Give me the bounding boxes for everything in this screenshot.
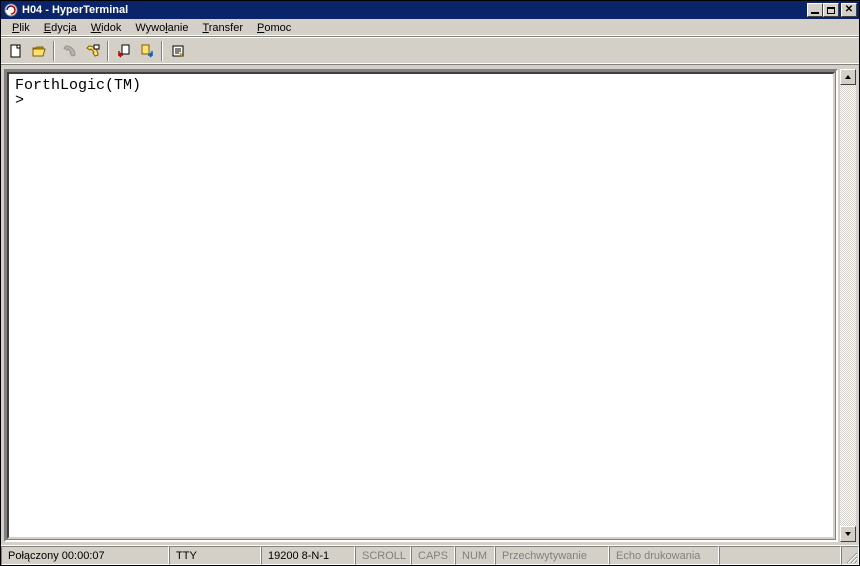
menu-file[interactable]: Plik (5, 20, 37, 36)
close-button[interactable]: ✕ (841, 3, 857, 17)
toolbar-separator (161, 41, 163, 61)
status-caps: CAPS (411, 546, 455, 565)
scroll-up-button[interactable] (840, 69, 856, 85)
status-emulation: TTY (169, 546, 261, 565)
new-button[interactable] (4, 40, 27, 62)
menu-transfer[interactable]: Transfer (195, 20, 250, 36)
menu-edit-label: Edycja (44, 22, 77, 34)
menu-call[interactable]: Wywołanie (128, 20, 195, 36)
window-controls: ✕ (807, 3, 857, 17)
open-button[interactable] (27, 40, 50, 62)
menu-view-label: Widok (91, 22, 122, 34)
send-button[interactable] (112, 40, 135, 62)
toolbar-separator (53, 41, 55, 61)
app-window: H04 - HyperTerminal ✕ Plik Edycja Widok … (0, 0, 860, 566)
maximize-button[interactable] (823, 3, 839, 17)
app-icon (3, 2, 19, 18)
toolbar-separator (107, 41, 109, 61)
terminal[interactable]: ForthLogic(TM) > (11, 76, 831, 535)
phone-hangup-icon (85, 43, 101, 59)
status-echo: Echo drukowania (609, 546, 719, 565)
properties-button[interactable] (166, 40, 189, 62)
statusbar: Połączony 00:00:07 TTY 19200 8-N-1 SCROL… (1, 545, 859, 565)
open-folder-icon (31, 43, 47, 59)
menu-file-label: Plik (12, 22, 30, 34)
menu-help-label: Pomoc (257, 22, 291, 34)
terminal-prompt: > (15, 92, 24, 109)
call-button[interactable] (58, 40, 81, 62)
terminal-frame: ForthLogic(TM) > (4, 69, 838, 542)
chevron-down-icon (844, 530, 852, 538)
chevron-up-icon (844, 73, 852, 81)
menu-transfer-label: Transfer (202, 22, 243, 34)
receive-button[interactable] (135, 40, 158, 62)
menubar: Plik Edycja Widok Wywołanie Transfer Pom… (1, 19, 859, 37)
menu-view[interactable]: Widok (84, 20, 129, 36)
toolbar (1, 37, 859, 65)
minimize-button[interactable] (807, 3, 823, 17)
terminal-line: ForthLogic(TM) (15, 77, 141, 94)
send-file-icon (116, 43, 132, 59)
scroll-down-button[interactable] (840, 526, 856, 542)
status-connection: Połączony 00:00:07 (1, 546, 169, 565)
properties-icon (170, 43, 186, 59)
grip-icon (845, 551, 857, 563)
menu-help[interactable]: Pomoc (250, 20, 298, 36)
titlebar[interactable]: H04 - HyperTerminal ✕ (1, 1, 859, 19)
disconnect-button[interactable] (81, 40, 104, 62)
menu-call-label: Wywołanie (135, 22, 188, 34)
phone-icon (62, 43, 78, 59)
status-scroll: SCROLL (355, 546, 411, 565)
status-capture: Przechwytywanie (495, 546, 609, 565)
status-num: NUM (455, 546, 495, 565)
menu-edit[interactable]: Edycja (37, 20, 84, 36)
receive-file-icon (139, 43, 155, 59)
status-spacer (719, 546, 841, 565)
status-port: 19200 8-N-1 (261, 546, 355, 565)
new-file-icon (8, 43, 24, 59)
scroll-track[interactable] (840, 85, 856, 526)
window-title: H04 - HyperTerminal (22, 4, 807, 16)
resize-grip[interactable] (841, 546, 859, 565)
terminal-inner: ForthLogic(TM) > (7, 72, 835, 539)
client-area: ForthLogic(TM) > (1, 65, 859, 545)
vertical-scrollbar[interactable] (840, 69, 856, 542)
